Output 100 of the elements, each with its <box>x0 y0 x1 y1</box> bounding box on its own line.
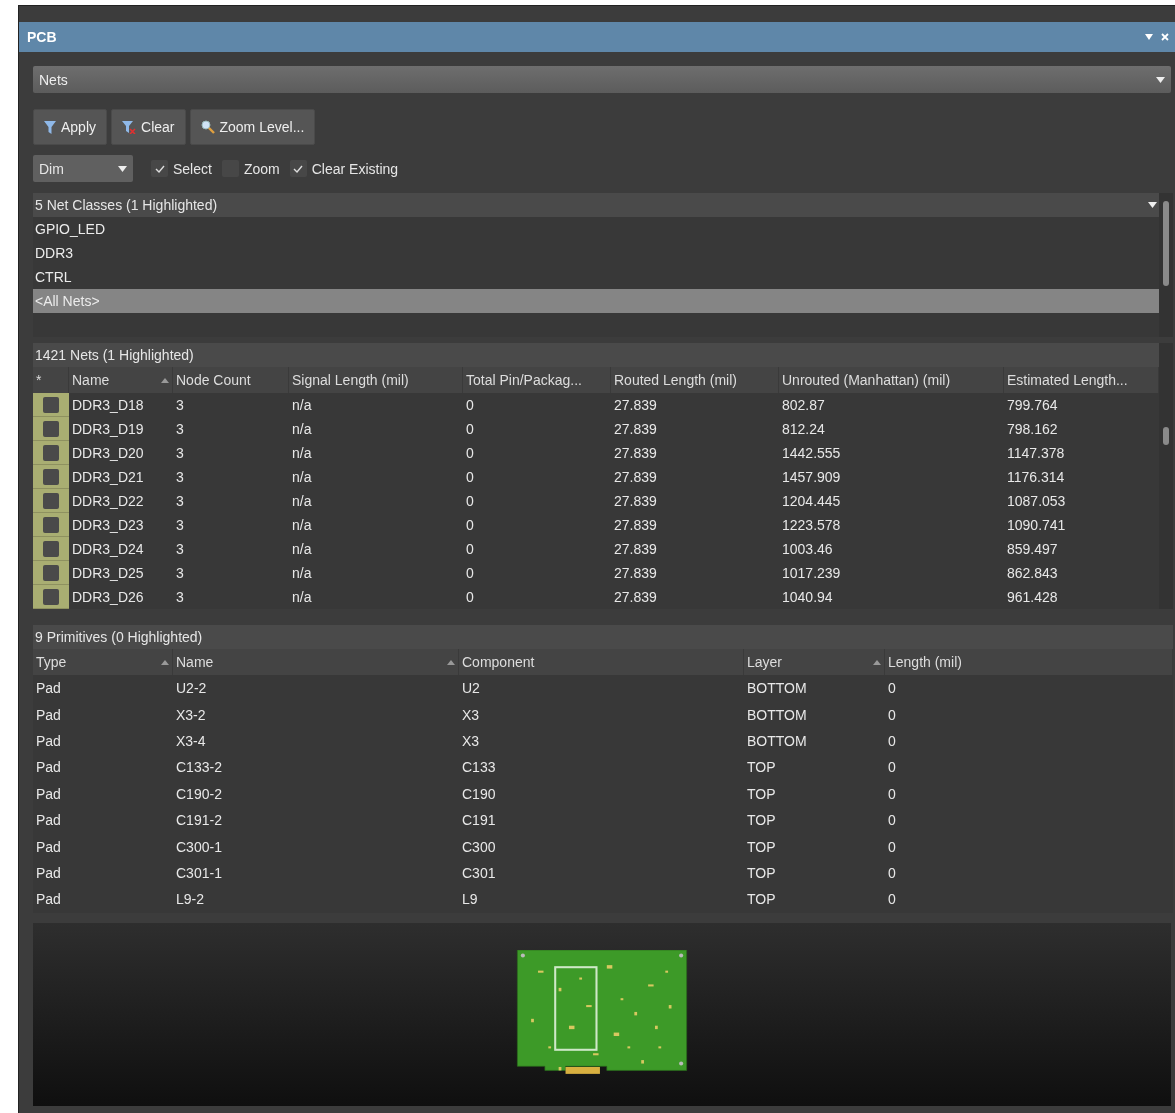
table-cell-text: 1457.909 <box>781 468 842 487</box>
clear-button[interactable]: Clear <box>111 109 186 145</box>
net-color-swatch[interactable] <box>33 489 69 513</box>
table-cell-text: Pad <box>35 679 62 699</box>
column-header[interactable]: Node Count <box>173 367 289 393</box>
net-class-item[interactable]: CTRL <box>33 265 1159 289</box>
table-cell-text: X3-2 <box>175 705 207 725</box>
net-color-swatch[interactable] <box>33 417 69 441</box>
column-header[interactable]: Total Pin/Packag... <box>463 367 611 393</box>
table-cell-text: 859.497 <box>1006 540 1059 559</box>
net-class-item[interactable]: DDR3 <box>33 241 1159 265</box>
table-cell-text: U2 <box>461 679 481 699</box>
section-caret-icon <box>1148 202 1157 208</box>
column-header[interactable]: Length (mil) <box>885 649 1173 675</box>
column-header[interactable]: Signal Length (mil) <box>289 367 463 393</box>
table-cell-text: 0 <box>465 468 475 487</box>
table-cell-text: n/a <box>291 468 313 487</box>
column-header[interactable]: Unrouted (Manhattan) (mil) <box>779 367 1004 393</box>
table-cell-text: 1040.94 <box>781 588 834 607</box>
table-cell-text: C190-2 <box>175 784 223 804</box>
table-cell-text: n/a <box>291 444 313 463</box>
checkbox[interactable] <box>151 160 168 177</box>
table-cell-text: n/a <box>291 540 313 559</box>
table-cell-text: 27.839 <box>613 420 658 439</box>
table-cell-text: 0 <box>887 863 897 883</box>
table-cell-text: 1147.378 <box>1006 444 1066 463</box>
checkbox[interactable] <box>289 160 307 177</box>
table-cell-text: DDR3_D22 <box>71 492 145 511</box>
table-cell-text: L9 <box>461 890 479 910</box>
table-cell-text: 0 <box>465 564 475 583</box>
checkbox-label: Zoom <box>243 160 280 177</box>
table-cell-text: 3 <box>175 516 185 535</box>
magnifier-icon <box>200 120 215 134</box>
table-cell-text: 0 <box>465 396 475 415</box>
panel-title: PCB <box>27 29 58 45</box>
table-cell-text: 27.839 <box>613 516 658 535</box>
table-cell-text: n/a <box>291 516 313 535</box>
checkmark-icon <box>293 164 304 173</box>
table-cell-text: DDR3_D20 <box>71 444 145 463</box>
table-cell-text: 0 <box>465 588 475 607</box>
table-cell-text: 0 <box>887 837 897 857</box>
net-color-swatch[interactable] <box>33 441 69 465</box>
table-cell-text: 1442.555 <box>781 444 842 463</box>
scrollbar[interactable] <box>1159 193 1173 337</box>
column-header[interactable]: * <box>33 367 69 393</box>
clear-filter-icon <box>122 120 137 134</box>
table-cell-text: DDR3_D23 <box>71 516 145 535</box>
table-cell-text: X3-4 <box>175 731 207 751</box>
apply-button[interactable]: Apply <box>33 109 108 145</box>
table-cell-text: 0 <box>887 705 897 725</box>
table-cell-text: BOTTOM <box>746 731 808 751</box>
section-title: 5 Net Classes (1 Highlighted) <box>35 197 218 213</box>
table-cell-text: 3 <box>175 492 185 511</box>
column-header[interactable]: Name <box>173 649 459 675</box>
checkmark-icon <box>154 164 165 173</box>
table-cell-text: 1087.053 <box>1006 492 1067 511</box>
table-cell-text: 0 <box>887 811 897 831</box>
table-cell-text: 27.839 <box>613 564 658 583</box>
sort-arrow-icon <box>161 377 169 383</box>
column-header[interactable]: Component <box>459 649 744 675</box>
net-color-swatch[interactable] <box>33 561 69 585</box>
table-cell-text: 1003.46 <box>781 540 834 559</box>
table-cell-text: 0 <box>465 540 475 559</box>
column-header[interactable]: Estimated Length... <box>1004 367 1159 393</box>
table-cell-text: BOTTOM <box>746 705 808 725</box>
table-cell-text: n/a <box>291 420 313 439</box>
panel-menu-icon[interactable] <box>1145 34 1153 40</box>
table-cell-text: 1223.578 <box>781 516 842 535</box>
column-header[interactable]: Name <box>69 367 173 393</box>
checkbox-label: Select <box>173 160 212 177</box>
table-cell-text: DDR3_D21 <box>71 468 145 487</box>
scrollbar[interactable] <box>1159 343 1173 609</box>
table-cell-text: 3 <box>175 468 185 487</box>
net-color-swatch[interactable] <box>33 393 69 417</box>
table-cell-text: L9-2 <box>175 890 206 910</box>
table-cell-text: Pad <box>35 890 62 910</box>
table-cell-text: C191-2 <box>175 811 223 831</box>
section-title: 9 Primitives (0 Highlighted) <box>35 629 203 645</box>
sort-arrow-icon <box>873 659 881 665</box>
column-header[interactable]: Layer <box>744 649 885 675</box>
net-color-swatch[interactable] <box>33 465 69 489</box>
zoom-button[interactable]: Zoom Level... <box>189 109 316 145</box>
mode-dropdown[interactable]: Nets <box>33 66 1171 93</box>
net-color-swatch[interactable] <box>33 585 69 609</box>
table-cell-text: n/a <box>291 396 313 415</box>
net-color-swatch[interactable] <box>33 537 69 561</box>
column-header[interactable]: Type <box>33 649 173 675</box>
table-cell-text: Pad <box>35 837 62 857</box>
table-cell-text: 1204.445 <box>781 492 842 511</box>
close-icon[interactable] <box>1161 33 1169 41</box>
table-cell-text: 812.24 <box>781 420 826 439</box>
table-cell-text: TOP <box>746 811 777 831</box>
net-class-item[interactable]: GPIO_LED <box>33 217 1159 241</box>
filter-icon <box>44 120 56 134</box>
mask-mode-dropdown[interactable]: Dim <box>33 155 133 182</box>
table-cell-text: 0 <box>887 784 897 804</box>
table-cell-text: 0 <box>465 516 475 535</box>
net-color-swatch[interactable] <box>33 513 69 537</box>
column-header[interactable]: Routed Length (mil) <box>611 367 779 393</box>
table-cell-text: C301 <box>461 863 497 883</box>
